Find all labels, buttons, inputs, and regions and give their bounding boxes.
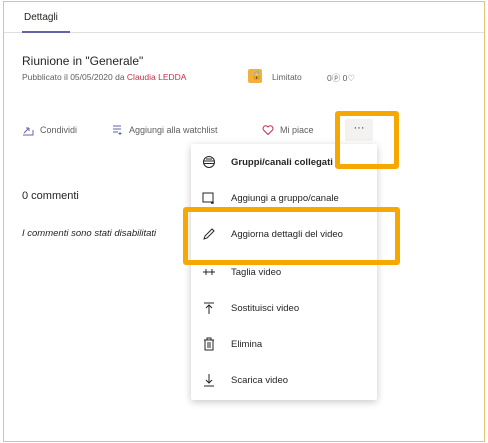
share-button[interactable]: Condividi [22,124,77,136]
menu-label: Sostituisci video [231,302,300,314]
heart-outline-icon: ♡ [347,73,355,83]
like-button[interactable]: Mi piace [262,124,314,136]
author-link[interactable]: Claudia LEDDA [127,72,187,82]
watchlist-label: Aggiungi alla watchlist [129,125,218,135]
tab-details[interactable]: Dettagli [24,12,58,23]
heart-icon [262,124,274,136]
share-icon [22,124,34,136]
publish-prefix: Pubblicato il 05/05/2020 da [22,72,127,82]
tab-active-indicator [22,31,70,33]
menu-item-delete[interactable]: Elimina [191,328,377,360]
menu-label: Gruppi/canali collegati [231,156,333,168]
download-icon [202,373,216,387]
video-stats: 0ⓟ 0♡ [327,72,355,84]
menu-label: Elimina [231,338,263,350]
menu-item-replace-video[interactable]: Sostituisci video [191,292,377,324]
highlight-more-button [335,111,399,169]
like-label: Mi piace [280,125,314,135]
watchlist-icon [111,124,123,136]
comments-count: 0 commenti [22,190,79,202]
add-to-watchlist-button[interactable]: Aggiungi alla watchlist [111,124,218,136]
share-label: Condividi [40,125,78,135]
video-title: Riunione in "Generale" [22,54,144,68]
trash-icon [202,337,216,351]
views-icon: ⓟ [331,73,341,83]
comments-disabled-note: I commenti sono stati disabilitati [22,228,157,239]
trim-icon [202,265,216,279]
highlight-update-details [183,207,400,265]
visibility-label: Limitato [272,72,302,82]
more-options-menu: Gruppi/canali collegati Aggiungi a grupp… [191,144,377,400]
groups-icon [202,155,216,169]
menu-label: Taglia video [231,266,282,278]
menu-label: Scarica video [231,374,289,386]
publish-info: Pubblicato il 05/05/2020 da Claudia LEDD… [22,72,186,82]
menu-label: Aggiungi a gruppo/canale [231,192,339,204]
upload-replace-icon [202,301,216,315]
menu-item-download-video[interactable]: Scarica video [191,364,377,396]
restricted-badge-icon: 🔒 [248,69,262,83]
tab-divider [4,32,484,33]
add-to-group-icon [202,191,216,205]
